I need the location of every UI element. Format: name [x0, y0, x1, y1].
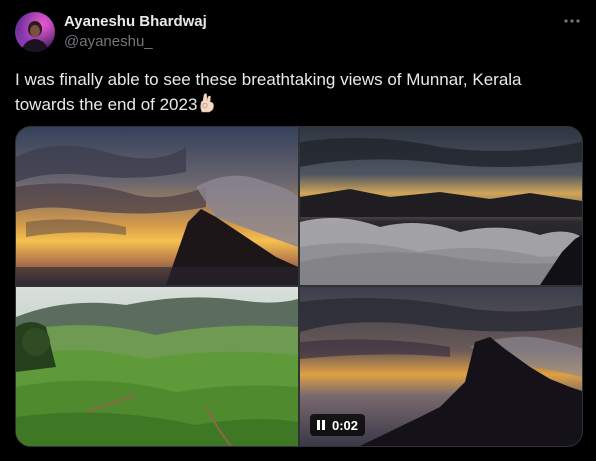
more-options-button[interactable] [558, 10, 586, 32]
media-grid: 0:02 [15, 126, 583, 447]
tweet-card: Ayaneshu Bhardwaj @ayaneshu_ I was final… [0, 0, 596, 461]
author-avatar[interactable] [15, 12, 55, 52]
photo-munnar-cloud-valley[interactable] [300, 127, 582, 285]
tweet-text: I was finally able to see these breathta… [15, 67, 575, 120]
video-munnar-dusk[interactable]: 0:02 [300, 287, 582, 446]
pause-icon[interactable] [316, 420, 326, 430]
video-duration: 0:02 [332, 417, 359, 433]
more-horizontal-icon [564, 19, 580, 23]
photo-munnar-sunset-peak[interactable] [16, 127, 298, 285]
author-display-name[interactable]: Ayaneshu Bhardwaj [64, 13, 207, 30]
photo-munnar-tea-plantation[interactable] [16, 287, 298, 446]
video-badge[interactable]: 0:02 [310, 414, 366, 436]
ok-hand-emoji-icon [198, 93, 216, 120]
tweet-text-body: I was finally able to see these breathta… [15, 70, 522, 114]
author-handle[interactable]: @ayaneshu_ [64, 33, 153, 50]
